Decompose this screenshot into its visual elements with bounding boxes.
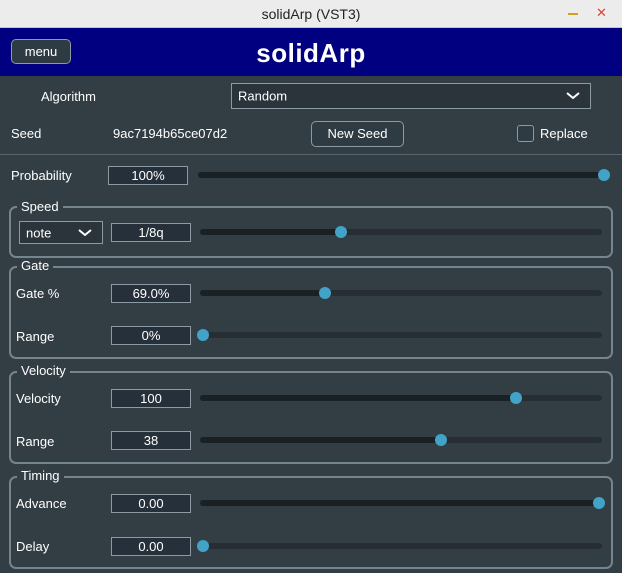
gate-percent-value[interactable]: 69.0% — [111, 284, 191, 303]
velocity-range-slider[interactable] — [200, 432, 602, 448]
minimize-icon[interactable] — [568, 13, 578, 15]
delay-label: Delay — [16, 539, 50, 554]
slider-track — [203, 332, 602, 338]
seed-label: Seed — [11, 126, 42, 141]
speed-mode-dropdown[interactable]: note — [19, 221, 103, 244]
gate-group-title: Gate — [17, 258, 54, 273]
gate-percent-slider[interactable] — [200, 285, 602, 301]
slider-thumb[interactable] — [510, 392, 522, 404]
slider-thumb[interactable] — [319, 287, 331, 299]
slider-thumb[interactable] — [197, 540, 209, 552]
slider-thumb[interactable] — [197, 329, 209, 341]
chevron-down-icon — [78, 228, 92, 236]
velocity-slider[interactable] — [200, 390, 602, 406]
delay-slider[interactable] — [197, 538, 602, 554]
replace-label: Replace — [540, 126, 588, 141]
velocity-label: Velocity — [16, 391, 61, 406]
speed-mode-value: note — [26, 225, 52, 240]
algorithm-value: Random — [238, 88, 288, 104]
gate-range-label: Range — [16, 329, 55, 344]
slider-fill — [198, 172, 604, 178]
velocity-range-value[interactable]: 38 — [111, 431, 191, 450]
speed-value[interactable]: 1/8q — [111, 223, 191, 242]
probability-slider[interactable] — [198, 167, 610, 183]
window-title: solidArp (VST3) — [261, 6, 361, 22]
slider-thumb[interactable] — [435, 434, 447, 446]
section-divider — [0, 154, 622, 155]
close-icon[interactable]: ✕ — [596, 6, 607, 20]
seed-value: 9ac7194b65ce07d2 — [113, 126, 228, 141]
advance-value[interactable]: 0.00 — [111, 494, 191, 513]
slider-fill — [200, 395, 516, 401]
gate-range-slider[interactable] — [197, 327, 602, 343]
new-seed-button[interactable]: New Seed — [311, 121, 404, 147]
slider-track — [203, 543, 602, 549]
timing-group — [9, 476, 613, 569]
slider-fill — [200, 229, 341, 235]
advance-label: Advance — [16, 496, 67, 511]
probability-value[interactable]: 100% — [108, 166, 188, 185]
delay-value[interactable]: 0.00 — [111, 537, 191, 556]
velocity-group-title: Velocity — [17, 363, 70, 378]
app-title: solidArp — [256, 38, 366, 68]
algorithm-label: Algorithm — [41, 89, 96, 104]
advance-slider[interactable] — [200, 495, 605, 511]
speed-slider[interactable] — [200, 224, 602, 240]
velocity-range-label: Range — [16, 434, 55, 449]
chevron-down-icon — [566, 92, 580, 100]
speed-group-title: Speed — [17, 199, 63, 214]
slider-fill — [200, 500, 599, 506]
window-titlebar: solidArp (VST3) — [0, 0, 622, 28]
app-header: menu solidArp — [0, 28, 622, 76]
slider-thumb[interactable] — [335, 226, 347, 238]
slider-thumb[interactable] — [593, 497, 605, 509]
algorithm-dropdown[interactable]: Random — [231, 83, 591, 109]
slider-thumb[interactable] — [598, 169, 610, 181]
slider-fill — [200, 437, 441, 443]
gate-percent-label: Gate % — [16, 286, 60, 301]
gate-range-value[interactable]: 0% — [111, 326, 191, 345]
probability-label: Probability — [11, 168, 72, 183]
timing-group-title: Timing — [17, 468, 64, 483]
gate-group — [9, 266, 613, 359]
velocity-group — [9, 371, 613, 464]
slider-fill — [200, 290, 325, 296]
velocity-value[interactable]: 100 — [111, 389, 191, 408]
replace-checkbox[interactable] — [517, 125, 534, 142]
